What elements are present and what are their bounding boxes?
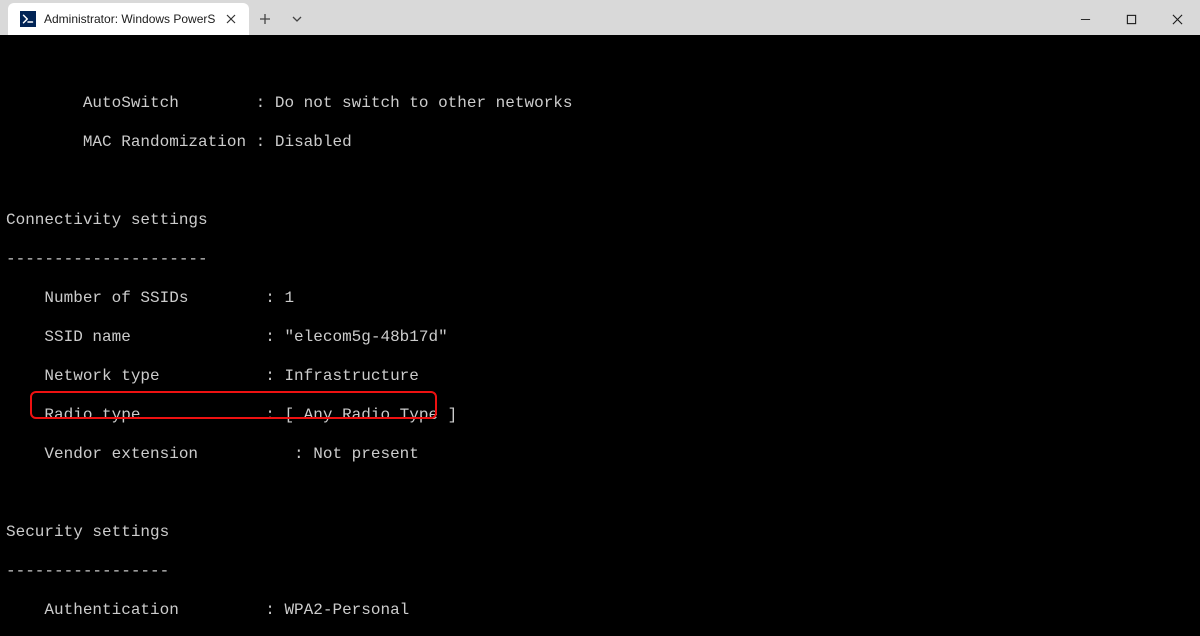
tab-title: Administrator: Windows PowerS bbox=[44, 12, 215, 26]
terminal-pane[interactable]: AutoSwitch : Do not switch to other netw… bbox=[0, 35, 1200, 636]
output-line: MAC Randomization : Disabled bbox=[6, 133, 1194, 153]
new-tab-button[interactable] bbox=[249, 3, 281, 35]
maximize-button[interactable] bbox=[1108, 3, 1154, 35]
output-line: Number of SSIDs : 1 bbox=[6, 289, 1194, 309]
blank-line bbox=[6, 55, 1194, 75]
title-bar: Administrator: Windows PowerS bbox=[0, 0, 1200, 35]
tab-close-button[interactable] bbox=[223, 11, 239, 27]
minimize-button[interactable] bbox=[1062, 3, 1108, 35]
window-controls bbox=[1062, 3, 1200, 35]
output-line: Vendor extension : Not present bbox=[6, 445, 1194, 465]
section-rule: --------------------- bbox=[6, 250, 1194, 270]
output-line: Radio type : [ Any Radio Type ] bbox=[6, 406, 1194, 426]
window: Administrator: Windows PowerS AutoSwi bbox=[0, 0, 1200, 636]
blank-line bbox=[6, 484, 1194, 504]
section-rule: ----------------- bbox=[6, 562, 1194, 582]
output-line: Authentication : WPA2-Personal bbox=[6, 601, 1194, 621]
tab-dropdown-button[interactable] bbox=[281, 3, 313, 35]
close-window-button[interactable] bbox=[1154, 3, 1200, 35]
tab-active[interactable]: Administrator: Windows PowerS bbox=[8, 3, 249, 35]
output-line: AutoSwitch : Do not switch to other netw… bbox=[6, 94, 1194, 114]
output-line: SSID name : "elecom5g-48b17d" bbox=[6, 328, 1194, 348]
output-line: Network type : Infrastructure bbox=[6, 367, 1194, 387]
section-header: Security settings bbox=[6, 523, 1194, 543]
section-header: Connectivity settings bbox=[6, 211, 1194, 231]
powershell-icon bbox=[20, 11, 36, 27]
blank-line bbox=[6, 172, 1194, 192]
